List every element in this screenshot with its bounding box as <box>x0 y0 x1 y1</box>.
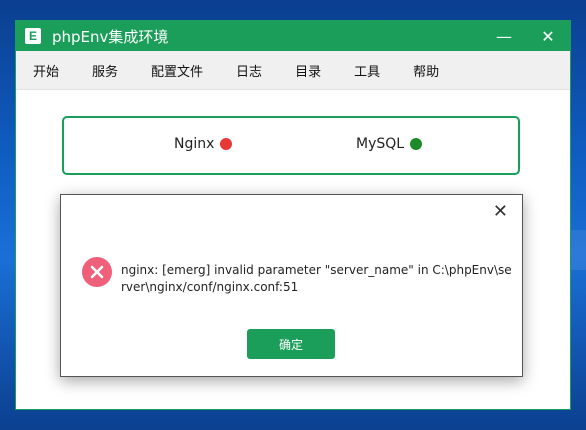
menu-item-start[interactable]: 开始 <box>33 61 59 80</box>
error-x-icon <box>82 257 112 287</box>
menu-item-config-files[interactable]: 配置文件 <box>151 61 203 80</box>
close-button[interactable]: ✕ <box>526 21 570 51</box>
ok-button[interactable]: 确定 <box>247 329 335 359</box>
service-mysql[interactable]: MySQL <box>356 136 423 152</box>
status-dot-icon <box>220 138 233 150</box>
service-name: Nginx <box>174 136 215 152</box>
service-nginx[interactable]: Nginx <box>174 136 233 152</box>
title-bar[interactable]: E phpEnv集成环境 — ✕ <box>16 21 570 51</box>
menu-item-directory[interactable]: 目录 <box>295 61 321 80</box>
error-message: nginx: [emerg] invalid parameter "server… <box>121 263 512 294</box>
menu-item-logs[interactable]: 日志 <box>236 61 262 80</box>
menu-item-services[interactable]: 服务 <box>92 61 118 80</box>
error-dialog: ✕ nginx: [emerg] invalid parameter "serv… <box>60 194 523 377</box>
status-dot-icon <box>410 138 423 150</box>
service-name: MySQL <box>356 136 405 152</box>
app-logo-icon: E <box>25 28 41 44</box>
menu-bar: 开始 服务 配置文件 日志 目录 工具 帮助 <box>16 51 570 90</box>
menu-item-help[interactable]: 帮助 <box>413 61 439 80</box>
minimize-button[interactable]: — <box>482 21 526 51</box>
dialog-close-button[interactable]: ✕ <box>493 201 508 222</box>
menu-item-tools[interactable]: 工具 <box>354 61 380 80</box>
window-title: phpEnv集成环境 <box>52 27 169 46</box>
service-status-panel: Nginx MySQL <box>62 116 520 175</box>
